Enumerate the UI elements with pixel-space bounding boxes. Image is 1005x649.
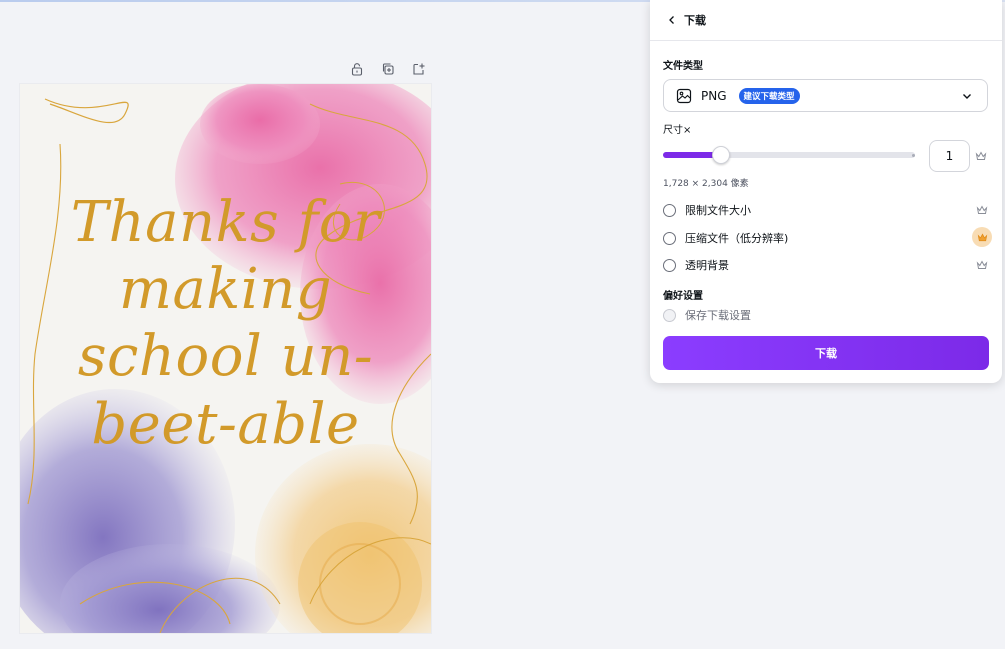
- page: Thanks for making school un- beet-able 下…: [0, 0, 1005, 649]
- lock-icon[interactable]: [347, 59, 367, 79]
- size-slider[interactable]: [663, 146, 915, 164]
- card-line-3: school un-: [77, 324, 374, 390]
- card-line-1: Thanks for: [70, 190, 381, 255]
- crown-icon: [976, 205, 988, 214]
- slider-end-dot: [912, 154, 915, 157]
- panel-title: 下载: [684, 14, 706, 27]
- file-type-label: 文件类型: [663, 61, 703, 72]
- chevron-left-icon[interactable]: [663, 11, 681, 29]
- card-toolbar: [347, 59, 437, 79]
- checkbox[interactable]: [663, 231, 676, 245]
- compress-file-option[interactable]: 压缩文件（低分辨率): [663, 227, 992, 247]
- dimensions-text: 1,728 × 2,304 像素: [663, 179, 749, 189]
- option-label: 透明背景: [685, 259, 729, 272]
- crown-icon: [976, 260, 988, 269]
- download-button[interactable]: 下载: [663, 336, 989, 370]
- card-line-2: making: [118, 257, 333, 323]
- image-icon: [676, 88, 692, 103]
- card-message: Thanks for making school un- beet-able: [20, 189, 431, 458]
- option-label: 限制文件大小: [685, 204, 751, 217]
- crown-highlight: [972, 227, 992, 247]
- preferences-label: 偏好设置: [663, 291, 703, 302]
- duplicate-icon[interactable]: [378, 59, 398, 79]
- slider-fill: [663, 152, 716, 158]
- checkbox[interactable]: [663, 308, 676, 322]
- chevron-down-icon: [963, 94, 971, 99]
- crown-icon: [977, 233, 987, 241]
- size-label: 尺寸×: [663, 125, 692, 136]
- download-panel: 下载 文件类型 PNG 建议下载类型 尺寸× 1 1,728 × 2,304 像…: [650, 0, 1002, 383]
- slider-knob[interactable]: [711, 146, 730, 164]
- checkbox[interactable]: [663, 258, 676, 272]
- design-card[interactable]: Thanks for making school un- beet-able: [20, 84, 431, 633]
- option-label: 压缩文件（低分辨率): [685, 232, 789, 245]
- card-line-4: beet-able: [91, 391, 360, 457]
- panel-header: 下载: [650, 0, 1002, 41]
- limit-file-size-option[interactable]: 限制文件大小: [663, 201, 988, 219]
- file-type-value: PNG: [701, 88, 727, 103]
- save-settings-option[interactable]: 保存下载设置: [663, 306, 988, 324]
- transparent-background-option[interactable]: 透明背景: [663, 256, 988, 274]
- file-type-select[interactable]: PNG 建议下载类型: [663, 79, 988, 112]
- add-page-icon[interactable]: [409, 59, 429, 79]
- option-label: 保存下载设置: [685, 309, 751, 322]
- checkbox[interactable]: [663, 203, 676, 217]
- recommended-badge: 建议下载类型: [738, 87, 800, 104]
- size-input[interactable]: 1: [929, 140, 970, 172]
- crown-icon: [975, 151, 987, 160]
